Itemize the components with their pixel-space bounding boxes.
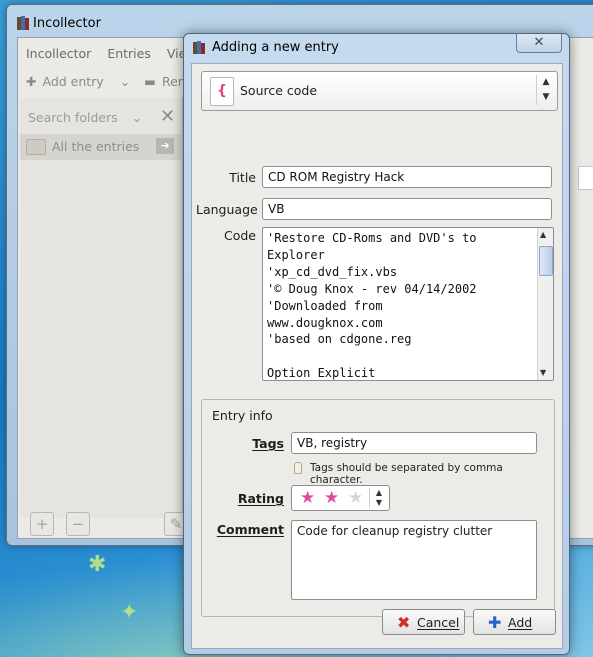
language-label: Language <box>196 202 258 217</box>
close-icon: ✕ <box>533 35 545 50</box>
wallpaper-leaf-icon: ✱ <box>88 552 107 577</box>
entry-info-title: Entry info <box>212 408 273 423</box>
entries-list-edge <box>578 166 593 190</box>
cancel-icon: ✖ <box>397 613 411 632</box>
menu-bar: Incollector Entries View <box>26 46 209 61</box>
language-field[interactable] <box>262 198 552 220</box>
search-folders-input[interactable]: Search folders ⌄ <box>28 110 142 125</box>
star-filled-icon[interactable]: ★ <box>324 488 339 508</box>
star-filled-icon[interactable]: ★ <box>300 488 315 508</box>
minus-icon: ▬ <box>144 74 156 89</box>
tags-field[interactable] <box>291 432 537 454</box>
dialog-client: { Source code ▲▼ Title Language Code 'Re… <box>191 63 563 649</box>
entry-type-select[interactable]: { Source code ▲ ▼ <box>201 71 558 111</box>
title-label: Title <box>229 170 256 185</box>
wallpaper-leaf-icon: ✦ <box>120 600 139 625</box>
clear-search-icon[interactable]: ✕ <box>160 106 175 127</box>
dialog-title: Adding a new entry <box>212 40 339 55</box>
spinner-arrows-icon: ▲ ▼ <box>536 75 555 105</box>
comment-field[interactable]: Code for cleanup registry clutter <box>291 520 537 600</box>
scroll-up-icon[interactable]: ▲ <box>540 230 546 239</box>
menu-entries[interactable]: Entries <box>107 46 151 61</box>
chevron-down-icon[interactable]: ⌄ <box>132 110 142 125</box>
add-icon: ✚ <box>488 613 502 632</box>
folder-icon <box>26 139 46 155</box>
menu-incollector[interactable]: Incollector <box>26 46 91 61</box>
scrollbar-thumb[interactable] <box>539 246 553 276</box>
code-label: Code <box>223 228 256 243</box>
add-folder-button[interactable]: + <box>30 512 54 536</box>
close-button[interactable]: ✕ <box>516 34 562 53</box>
folders-sidebar: Search folders ⌄ ✕ All the entries ➔ <box>20 98 183 518</box>
remove-folder-button[interactable]: − <box>66 512 90 536</box>
spinner-arrows-icon[interactable]: ▲ ▼ <box>369 488 388 508</box>
rating-selector[interactable]: ★ ★ ★ ▲ ▼ <box>291 485 390 511</box>
app-icon <box>193 41 205 54</box>
add-entry-button[interactable]: ✚ Add entry <box>26 74 110 89</box>
scroll-down-icon[interactable]: ▼ <box>540 368 546 377</box>
plus-icon: ✚ <box>26 74 37 89</box>
add-entry-dialog: Adding a new entry ✕ { Source code ▲ ▼ Ti… <box>183 33 570 655</box>
chevron-down-icon[interactable]: ⌄ <box>120 74 130 89</box>
entry-info-group: Entry info Tags Tags should be separated… <box>201 399 555 617</box>
lightbulb-icon <box>294 462 302 474</box>
tags-label: Tags <box>252 436 284 451</box>
add-button[interactable]: ✚ Add <box>473 609 556 635</box>
rating-label: Rating <box>237 491 284 506</box>
sidebar-item-label: All the entries <box>52 139 140 154</box>
cancel-button[interactable]: ✖ Cancel <box>382 609 465 635</box>
code-editor[interactable]: 'Restore CD-Roms and DVD's to Explorer '… <box>262 227 554 381</box>
sidebar-item-all-entries[interactable]: All the entries ➔ <box>20 134 182 160</box>
tags-hint: Tags should be separated by comma charac… <box>310 462 503 486</box>
title-field[interactable] <box>262 166 552 188</box>
comment-label: Comment <box>216 522 284 537</box>
source-code-icon: { <box>210 77 234 106</box>
star-empty-icon[interactable]: ★ <box>348 488 363 508</box>
window-title: Incollector <box>33 16 101 31</box>
app-icon <box>17 16 29 30</box>
code-text: 'Restore CD-Roms and DVD's to Explorer '… <box>267 231 477 381</box>
entry-type-label: Source code <box>240 83 318 98</box>
arrow-right-icon[interactable]: ➔ <box>156 138 174 154</box>
code-scrollbar[interactable]: ▲ ▼ <box>537 228 553 380</box>
